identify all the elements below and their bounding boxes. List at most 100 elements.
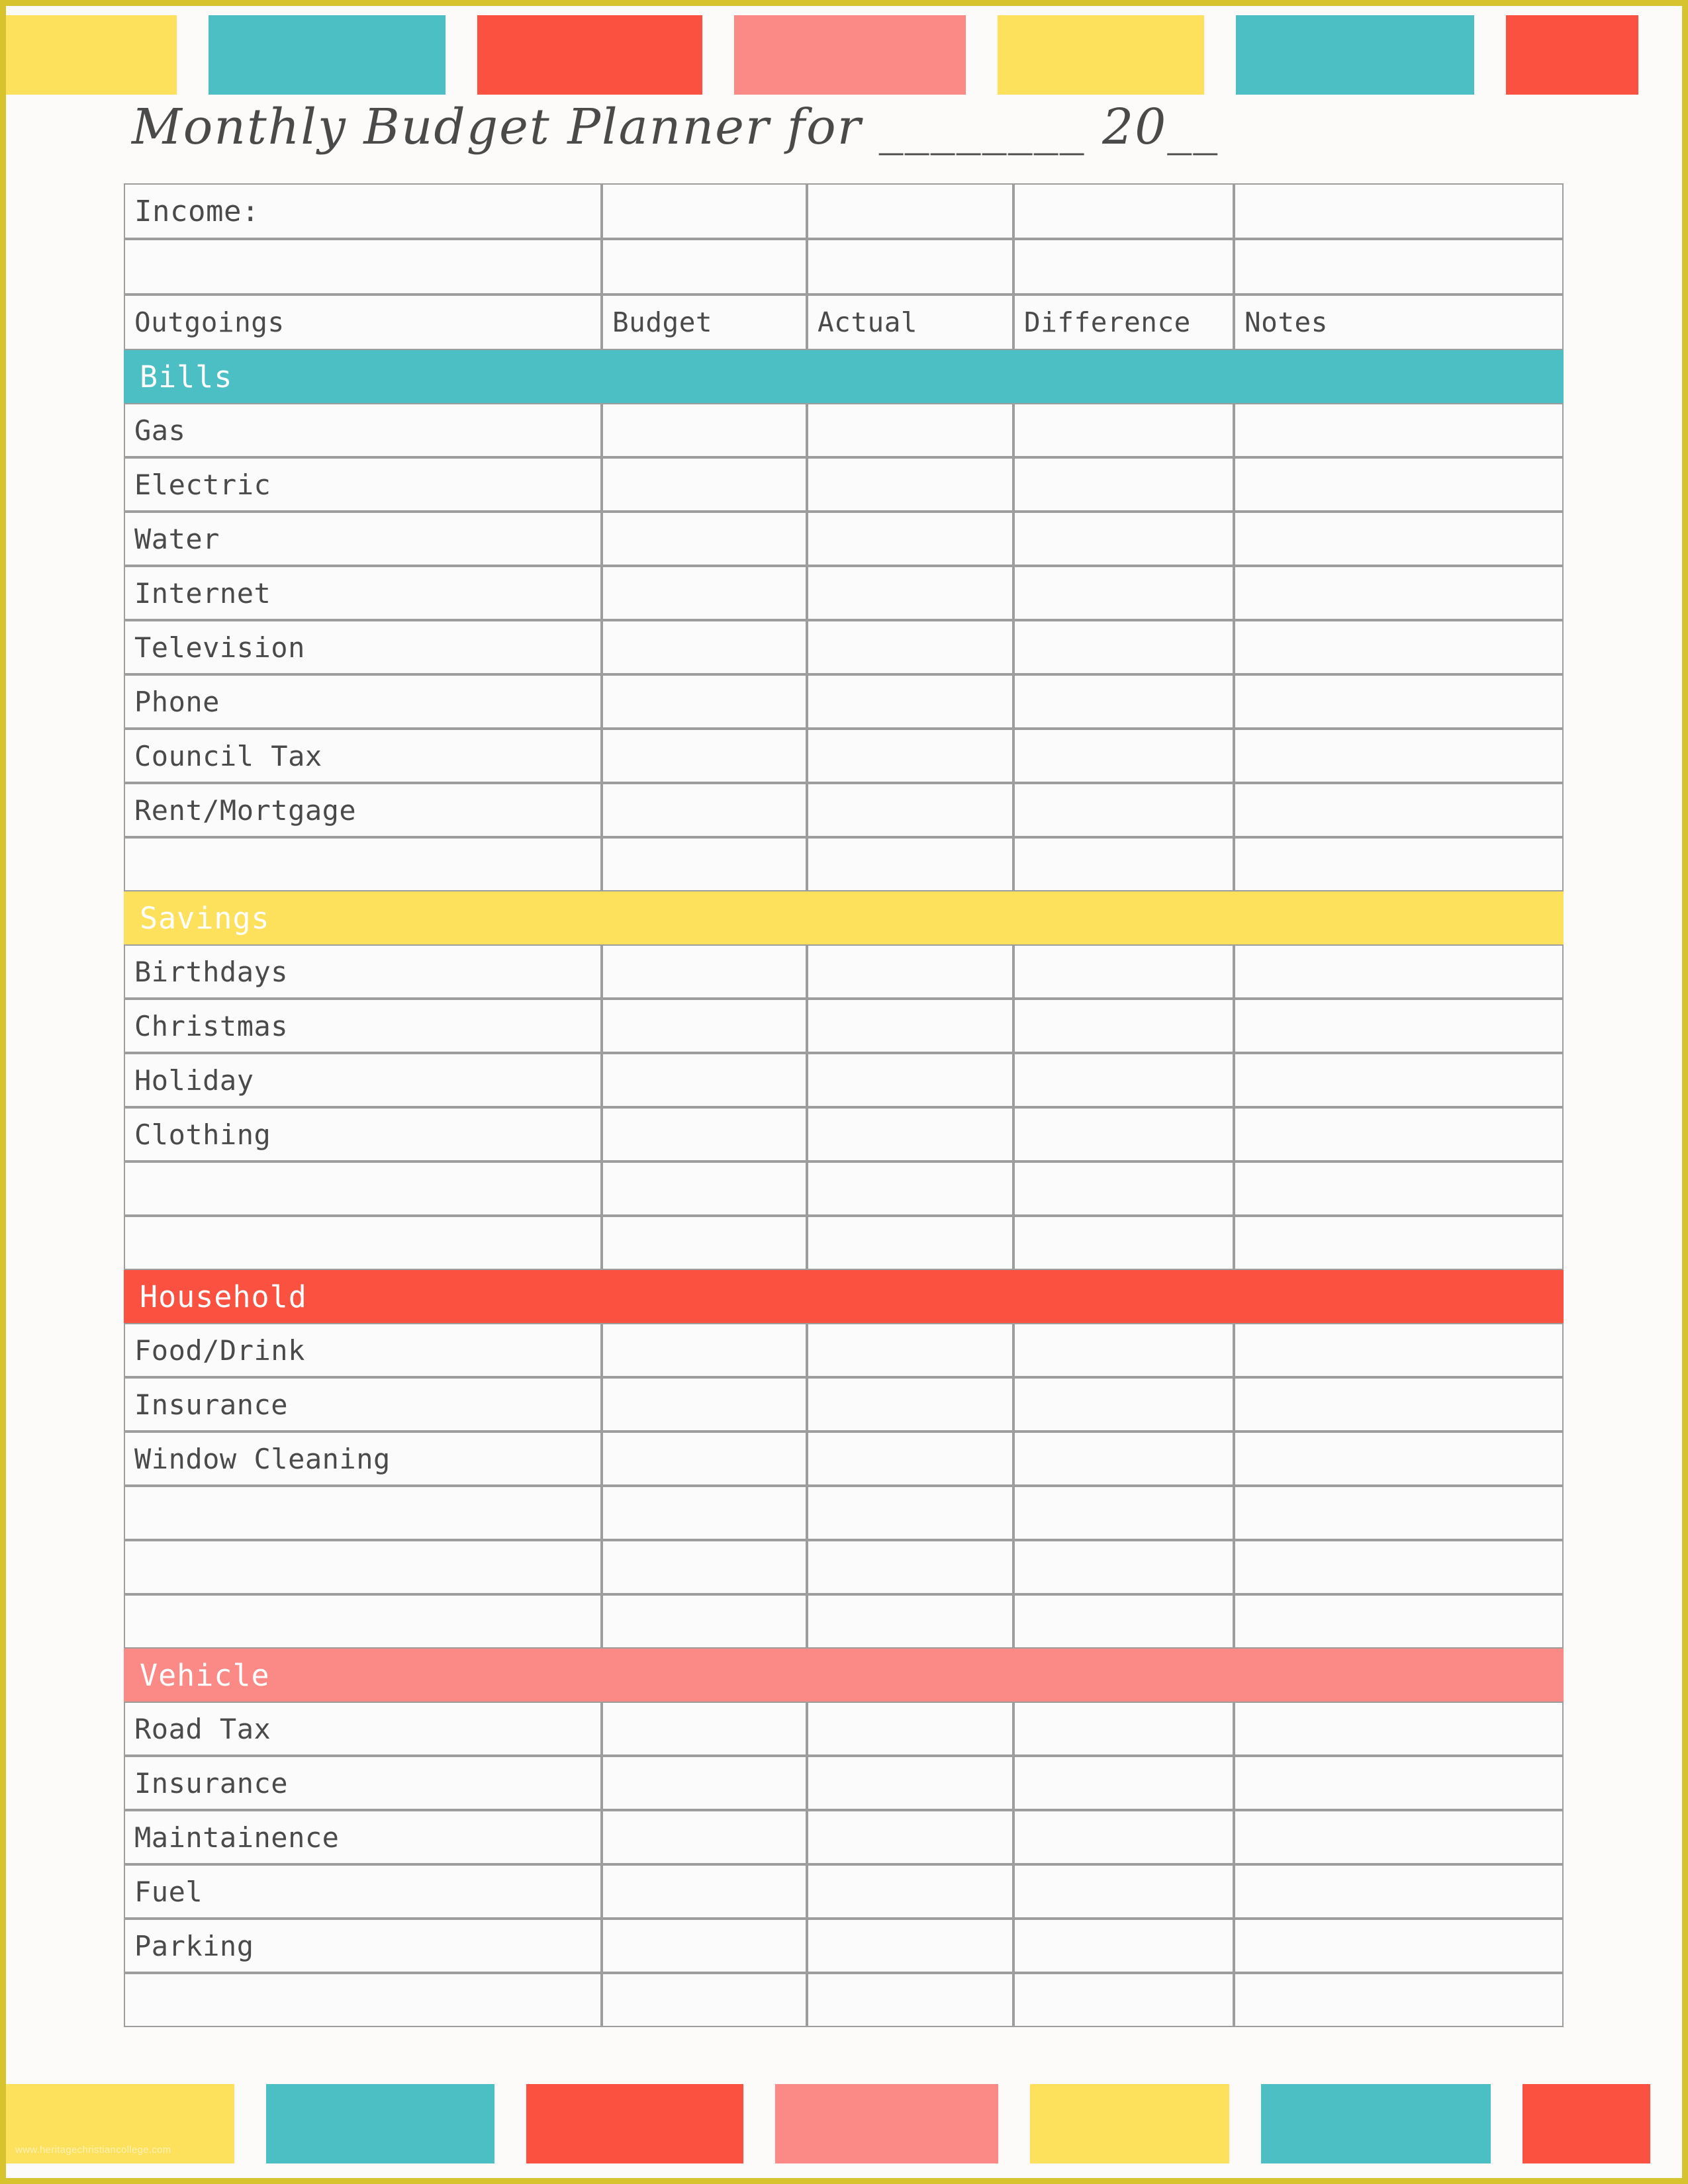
input-cell-difference[interactable]	[1013, 1973, 1234, 2027]
input-cell-actual[interactable]	[807, 1053, 1013, 1107]
input-cell-actual[interactable]	[807, 239, 1013, 295]
input-cell-actual[interactable]	[807, 620, 1013, 674]
input-cell-budget[interactable]	[602, 837, 807, 891]
input-cell-actual[interactable]	[807, 783, 1013, 837]
input-cell-notes[interactable]	[1234, 944, 1564, 999]
input-cell-actual[interactable]	[807, 1919, 1013, 1973]
input-cell-actual[interactable]	[807, 1432, 1013, 1486]
row-label-cell[interactable]	[124, 837, 602, 891]
input-cell-actual[interactable]	[807, 1594, 1013, 1649]
income-input-budget[interactable]	[602, 183, 807, 239]
row-label-cell[interactable]	[124, 1973, 602, 2027]
row-label-cell[interactable]: Parking	[124, 1919, 602, 1973]
row-label-cell[interactable]: Maintainence	[124, 1810, 602, 1864]
input-cell-budget[interactable]	[602, 783, 807, 837]
input-cell-budget[interactable]	[602, 1810, 807, 1864]
input-cell-difference[interactable]	[1013, 457, 1234, 512]
row-label-cell[interactable]: Food/Drink	[124, 1323, 602, 1377]
row-label-cell[interactable]: Holiday	[124, 1053, 602, 1107]
income-input-difference[interactable]	[1013, 183, 1234, 239]
row-label-cell[interactable]: Insurance	[124, 1377, 602, 1432]
row-label-cell[interactable]	[124, 1161, 602, 1216]
input-cell-difference[interactable]	[1013, 729, 1234, 783]
row-label-cell[interactable]: Road Tax	[124, 1702, 602, 1756]
input-cell-difference[interactable]	[1013, 1756, 1234, 1810]
input-cell-notes[interactable]	[1234, 403, 1564, 457]
row-label-cell[interactable]	[124, 1216, 602, 1270]
input-cell-difference[interactable]	[1013, 566, 1234, 620]
row-label-cell[interactable]: Television	[124, 620, 602, 674]
input-cell-difference[interactable]	[1013, 1161, 1234, 1216]
input-cell-difference[interactable]	[1013, 999, 1234, 1053]
input-cell-budget[interactable]	[602, 1053, 807, 1107]
row-label-cell[interactable]: Rent/Mortgage	[124, 783, 602, 837]
input-cell-budget[interactable]	[602, 1323, 807, 1377]
input-cell-budget[interactable]	[602, 239, 807, 295]
input-cell-difference[interactable]	[1013, 1702, 1234, 1756]
input-cell-notes[interactable]	[1234, 1540, 1564, 1594]
input-cell-actual[interactable]	[807, 403, 1013, 457]
input-cell-actual[interactable]	[807, 1810, 1013, 1864]
input-cell-budget[interactable]	[602, 1702, 807, 1756]
income-input-actual[interactable]	[807, 183, 1013, 239]
input-cell-budget[interactable]	[602, 1756, 807, 1810]
input-cell-difference[interactable]	[1013, 403, 1234, 457]
input-cell-difference[interactable]	[1013, 1540, 1234, 1594]
row-label-cell[interactable]	[124, 1486, 602, 1540]
input-cell-budget[interactable]	[602, 1216, 807, 1270]
row-label-cell[interactable]: Fuel	[124, 1864, 602, 1919]
input-cell-actual[interactable]	[807, 457, 1013, 512]
input-cell-actual[interactable]	[807, 1864, 1013, 1919]
input-cell-difference[interactable]	[1013, 239, 1234, 295]
input-cell-difference[interactable]	[1013, 1486, 1234, 1540]
input-cell-budget[interactable]	[602, 999, 807, 1053]
input-cell-budget[interactable]	[602, 1486, 807, 1540]
input-cell-difference[interactable]	[1013, 1107, 1234, 1161]
row-label-cell[interactable]	[124, 1594, 602, 1649]
input-cell-difference[interactable]	[1013, 944, 1234, 999]
input-cell-notes[interactable]	[1234, 1973, 1564, 2027]
input-cell-actual[interactable]	[807, 1161, 1013, 1216]
input-cell-budget[interactable]	[602, 512, 807, 566]
input-cell-actual[interactable]	[807, 512, 1013, 566]
input-cell-budget[interactable]	[602, 1377, 807, 1432]
input-cell-budget[interactable]	[602, 566, 807, 620]
input-cell-difference[interactable]	[1013, 1323, 1234, 1377]
input-cell-actual[interactable]	[807, 1107, 1013, 1161]
input-cell-actual[interactable]	[807, 729, 1013, 783]
input-cell-budget[interactable]	[602, 1919, 807, 1973]
input-cell-budget[interactable]	[602, 1864, 807, 1919]
input-cell-notes[interactable]	[1234, 1107, 1564, 1161]
input-cell-budget[interactable]	[602, 457, 807, 512]
input-cell-notes[interactable]	[1234, 239, 1564, 295]
row-label-cell[interactable]: Christmas	[124, 999, 602, 1053]
input-cell-notes[interactable]	[1234, 783, 1564, 837]
input-cell-actual[interactable]	[807, 1216, 1013, 1270]
row-label-cell[interactable]: Internet	[124, 566, 602, 620]
input-cell-difference[interactable]	[1013, 1053, 1234, 1107]
input-cell-difference[interactable]	[1013, 674, 1234, 729]
input-cell-difference[interactable]	[1013, 1216, 1234, 1270]
input-cell-actual[interactable]	[807, 1377, 1013, 1432]
input-cell-notes[interactable]	[1234, 1810, 1564, 1864]
input-cell-budget[interactable]	[602, 1432, 807, 1486]
input-cell-notes[interactable]	[1234, 1919, 1564, 1973]
input-cell-notes[interactable]	[1234, 1161, 1564, 1216]
input-cell-budget[interactable]	[602, 729, 807, 783]
row-label-cell[interactable]: Clothing	[124, 1107, 602, 1161]
input-cell-difference[interactable]	[1013, 512, 1234, 566]
input-cell-budget[interactable]	[602, 1161, 807, 1216]
input-cell-notes[interactable]	[1234, 620, 1564, 674]
input-cell-notes[interactable]	[1234, 1594, 1564, 1649]
input-cell-notes[interactable]	[1234, 512, 1564, 566]
input-cell-budget[interactable]	[602, 944, 807, 999]
row-label-cell[interactable]: Gas	[124, 403, 602, 457]
row-label-cell[interactable]	[124, 239, 602, 295]
input-cell-difference[interactable]	[1013, 1432, 1234, 1486]
input-cell-budget[interactable]	[602, 674, 807, 729]
input-cell-notes[interactable]	[1234, 1432, 1564, 1486]
input-cell-difference[interactable]	[1013, 1864, 1234, 1919]
input-cell-budget[interactable]	[602, 620, 807, 674]
input-cell-notes[interactable]	[1234, 1323, 1564, 1377]
input-cell-budget[interactable]	[602, 403, 807, 457]
